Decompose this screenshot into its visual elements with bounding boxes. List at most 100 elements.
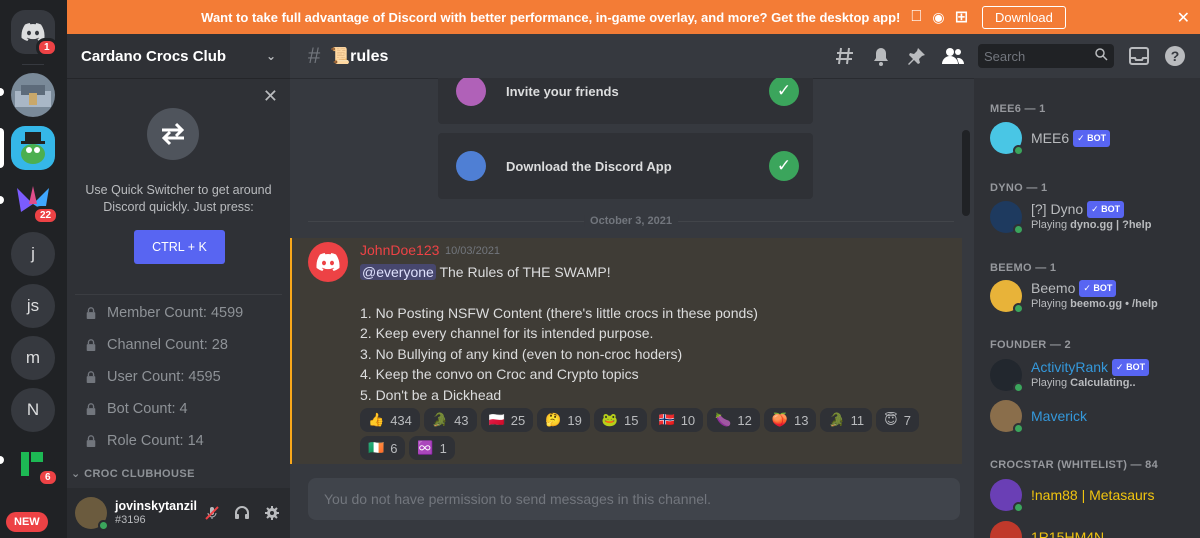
- channel-header: # 📜rules Search ?: [290, 34, 1200, 78]
- pin-icon[interactable]: [906, 45, 928, 67]
- username: jovinskytanzil: [115, 499, 197, 513]
- reaction-count: 7: [903, 412, 911, 428]
- server-icon-building[interactable]: [11, 73, 55, 117]
- reaction-count: 11: [850, 412, 865, 428]
- avatar: [990, 280, 1024, 314]
- member-nam88[interactable]: !nam88 | Metasaurs: [990, 474, 1190, 516]
- close-icon[interactable]: ✕: [263, 86, 278, 107]
- android-icon: ◉: [926, 8, 944, 25]
- reaction-emoji: 🐊: [828, 412, 845, 427]
- reaction-count: 19: [567, 412, 582, 428]
- onboarding-download-app[interactable]: Download the Discord App ✓: [438, 133, 813, 199]
- svg-text:?: ?: [1171, 48, 1180, 64]
- stat-channel[interactable]: Channel Count: 28: [67, 329, 290, 361]
- server-icon-n[interactable]: N: [11, 388, 55, 432]
- stat-channel[interactable]: Member Count: 4599: [67, 297, 290, 329]
- banner-text: Want to take full advantage of Discord w…: [201, 9, 901, 25]
- server-icon-cardano-crocs[interactable]: [11, 126, 55, 170]
- search-input[interactable]: Search: [978, 44, 1114, 68]
- reaction-button[interactable]: 😇 7: [876, 408, 919, 432]
- member-dyno[interactable]: [?] Dyno ✓ BOT Playing dyno.gg | ?help: [990, 196, 1190, 238]
- stat-label: Bot Count: 4: [107, 401, 188, 417]
- reaction-button[interactable]: 🇵🇱 25: [480, 408, 534, 432]
- download-button[interactable]: Download: [982, 5, 1066, 29]
- reaction-button[interactable]: 🐊 11: [820, 408, 873, 432]
- member-beemo[interactable]: Beemo ✓ BOT Playing beemo.gg • /help: [990, 275, 1190, 317]
- reaction-count: 43: [454, 412, 469, 428]
- reaction-emoji: 🇳🇴: [658, 412, 675, 427]
- member-maverick[interactable]: Maverick: [990, 395, 1190, 437]
- reaction-emoji: 🇵🇱: [488, 412, 505, 427]
- croc-mascot-icon: [21, 132, 45, 164]
- role-group-header: CROCSTAR (WHITELIST) — 84: [990, 459, 1159, 471]
- stat-channel[interactable]: Role Count: 14: [67, 425, 290, 457]
- reaction-button[interactable]: 🐊 43: [423, 408, 477, 432]
- server-notification-badge: 6: [37, 468, 59, 487]
- avatar[interactable]: [75, 497, 109, 531]
- lock-icon: [86, 371, 96, 383]
- message-author[interactable]: JohnDoe123: [360, 242, 439, 258]
- stat-channel[interactable]: User Count: 4595: [67, 361, 290, 393]
- onboarding-invite-friends[interactable]: Invite your friends ✓: [438, 78, 813, 124]
- reaction-button[interactable]: 👍 434: [360, 408, 420, 432]
- mute-microphone-icon[interactable]: [202, 503, 222, 523]
- lock-icon: [86, 339, 96, 351]
- reaction-button[interactable]: 🇳🇴 10: [650, 408, 704, 432]
- reaction-count: 12: [737, 412, 752, 428]
- windows-icon: ⊞: [948, 9, 968, 26]
- message-input-placeholder: You do not have permission to send messa…: [324, 491, 712, 507]
- reaction-button[interactable]: 🍑 13: [763, 408, 817, 432]
- checkmark-icon: ✓: [769, 151, 799, 181]
- bot-tag: ✓ BOT: [1087, 201, 1125, 218]
- bell-icon[interactable]: [870, 45, 892, 67]
- desktop-app-banner: Want to take full advantage of Discord w…: [67, 0, 1200, 34]
- server-icon-m[interactable]: m: [11, 336, 55, 380]
- category-croc-clubhouse[interactable]: ⌄ CROC CLUBHOUSE: [67, 457, 290, 480]
- lock-icon: [86, 435, 96, 447]
- close-icon[interactable]: ✕: [1177, 8, 1190, 28]
- server-icon-j[interactable]: j: [11, 232, 55, 276]
- member-1r15hm4n[interactable]: 1R15HM4N: [990, 516, 1190, 538]
- reaction-emoji: 🇮🇪: [368, 440, 385, 455]
- member-activityrank[interactable]: ActivityRank ✓ BOT Playing Calculating..: [990, 354, 1190, 396]
- building-photo-icon: [15, 85, 51, 107]
- lock-icon: [86, 403, 96, 415]
- everyone-mention[interactable]: @everyone: [360, 264, 436, 280]
- reaction-button[interactable]: 🤔 19: [537, 408, 590, 432]
- headphones-icon[interactable]: [232, 503, 252, 523]
- member-mee6[interactable]: MEE6 ✓ BOT: [990, 117, 1190, 159]
- reaction-count: 25: [510, 412, 526, 428]
- user-tag: #3196: [115, 514, 146, 526]
- avatar: [990, 521, 1022, 538]
- help-icon[interactable]: ?: [1164, 45, 1186, 67]
- search-placeholder: Search: [984, 48, 1026, 64]
- reaction-emoji: 😇: [884, 412, 898, 427]
- avatar: [990, 201, 1024, 235]
- server-notification-badge: 22: [32, 206, 60, 225]
- user-panel: jovinskytanzil #3196: [67, 488, 290, 538]
- server-header[interactable]: Cardano Crocs Club ⌄: [67, 34, 290, 78]
- threads-icon[interactable]: [834, 45, 856, 67]
- reaction-button[interactable]: 🐸 15: [593, 408, 647, 432]
- server-icon-js[interactable]: js: [11, 284, 55, 328]
- inbox-icon[interactable]: [1128, 45, 1150, 67]
- reaction-button[interactable]: 🍆 12: [707, 408, 760, 432]
- reaction-emoji: 👍: [368, 412, 385, 427]
- rule-line: 5. Don't be a Dickhead: [360, 386, 502, 403]
- avatar[interactable]: [308, 242, 348, 282]
- checkmark-icon: ✓: [769, 78, 799, 106]
- member-list-icon[interactable]: [942, 45, 964, 67]
- date-separator: October 3, 2021: [308, 215, 954, 227]
- reaction-button[interactable]: 🇮🇪 6: [360, 436, 406, 460]
- reaction-count: 6: [390, 440, 398, 456]
- gear-icon[interactable]: [262, 503, 282, 523]
- new-badge[interactable]: NEW: [6, 512, 48, 532]
- avatar: [990, 400, 1024, 434]
- reaction-emoji: 🐸: [601, 412, 619, 427]
- stat-channel[interactable]: Bot Count: 4: [67, 393, 290, 425]
- hashtag-icon: #: [308, 43, 321, 68]
- reaction-button[interactable]: ♾️ 1: [409, 436, 455, 460]
- quick-switcher-tip: ✕ Use Quick Switcher to get around Disco…: [67, 78, 290, 292]
- stat-label: Member Count: 4599: [107, 305, 244, 321]
- scrollbar[interactable]: [962, 130, 970, 216]
